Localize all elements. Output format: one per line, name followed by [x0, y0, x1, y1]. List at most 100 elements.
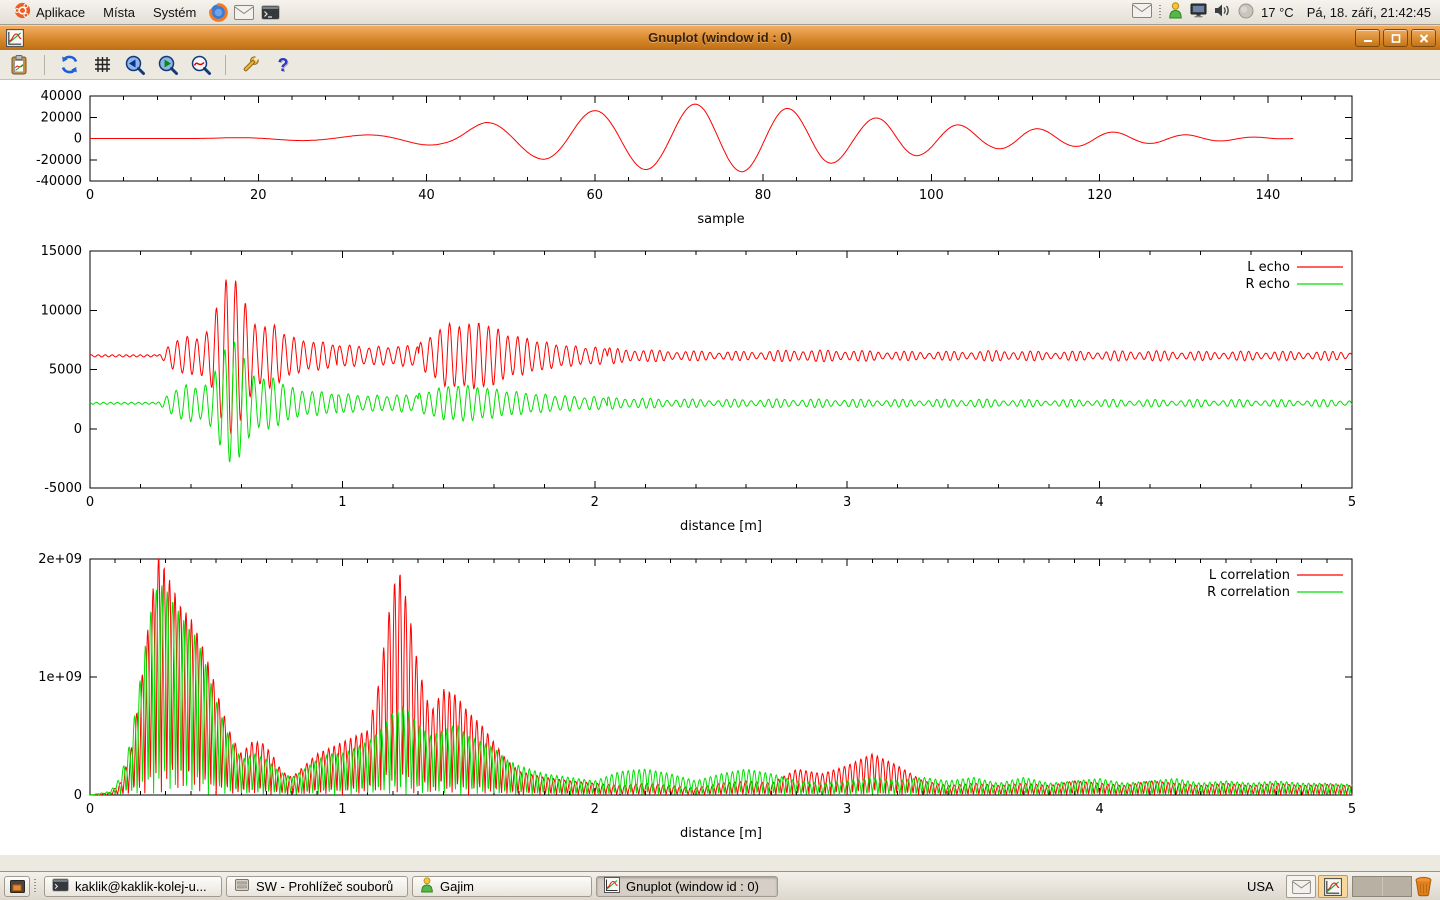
taskbar: kaklik@kaklik-kolej-u... SW - Prohlížeč …	[0, 871, 1440, 900]
toolbar-separator	[44, 55, 45, 75]
display-tray-icon[interactable]	[1190, 3, 1207, 21]
svg-text:0: 0	[74, 132, 82, 147]
gnuplot-notification-button[interactable]	[1318, 875, 1348, 898]
weather-tray-icon[interactable]	[1238, 3, 1254, 22]
svg-text:sample: sample	[697, 212, 744, 227]
workspace-1[interactable]	[1353, 877, 1382, 896]
top-panel: Aplikace Místa Systém	[0, 0, 1440, 25]
taskbar-drag-handle[interactable]	[34, 879, 36, 893]
svg-text:140: 140	[1255, 188, 1280, 203]
titlebar[interactable]: Gnuplot (window id : 0)	[0, 25, 1440, 50]
svg-text:1: 1	[338, 802, 346, 817]
svg-text:distance [m]: distance [m]	[680, 826, 762, 841]
task-gnuplot[interactable]: Gnuplot (window id : 0)	[596, 876, 778, 897]
settings-wrench-icon[interactable]	[237, 52, 263, 78]
window-bottom-strip	[0, 855, 1440, 871]
task-gajim[interactable]: Gajim	[412, 876, 592, 897]
svg-text:-40000: -40000	[36, 174, 82, 189]
task-label: SW - Prohlížeč souborů	[256, 879, 400, 894]
svg-text:R echo: R echo	[1245, 277, 1290, 292]
trash-icon[interactable]	[1411, 875, 1435, 898]
svg-text:2e+09: 2e+09	[38, 552, 82, 567]
svg-text:distance [m]: distance [m]	[680, 519, 762, 534]
mail-launcher-icon[interactable]	[231, 0, 257, 24]
panel-tray: 17 °C Pá, 18. září, 21:42:45	[1132, 0, 1440, 24]
menu-applications[interactable]: Aplikace	[5, 0, 94, 24]
minimize-button[interactable]	[1355, 29, 1380, 47]
svg-text:3: 3	[843, 802, 851, 817]
zoom-previous-icon[interactable]	[122, 52, 148, 78]
svg-text:-20000: -20000	[36, 153, 82, 168]
ubuntu-logo-icon	[14, 2, 31, 22]
terminal-icon	[52, 878, 69, 895]
svg-text:80: 80	[755, 188, 772, 203]
tray-drag-handle[interactable]	[1159, 5, 1161, 19]
mail-tray-icon[interactable]	[1132, 3, 1152, 21]
window-controls	[1355, 29, 1436, 47]
svg-text:R correlation: R correlation	[1207, 585, 1290, 600]
svg-text:20000: 20000	[41, 110, 82, 125]
task-label: Gajim	[440, 879, 584, 894]
gajim-tray-icon[interactable]	[1168, 2, 1183, 22]
svg-text:5000: 5000	[49, 363, 82, 378]
workspace-2[interactable]	[1382, 877, 1412, 896]
svg-text:15000: 15000	[41, 244, 82, 259]
svg-text:10000: 10000	[41, 303, 82, 318]
svg-text:100: 100	[919, 188, 944, 203]
task-label: Gnuplot (window id : 0)	[626, 879, 770, 894]
svg-text:60: 60	[587, 188, 604, 203]
file-manager-icon	[234, 877, 250, 896]
svg-text:5: 5	[1348, 802, 1356, 817]
window-title: Gnuplot (window id : 0)	[0, 30, 1440, 45]
svg-text:1: 1	[338, 495, 346, 510]
svg-text:0: 0	[86, 802, 94, 817]
svg-text:-5000: -5000	[44, 481, 82, 496]
mail-notification-button[interactable]	[1286, 875, 1316, 898]
svg-text:4: 4	[1095, 802, 1103, 817]
unzoom-icon[interactable]	[188, 52, 214, 78]
menu-applications-label: Aplikace	[36, 5, 85, 20]
svg-text:20: 20	[250, 188, 267, 203]
gnuplot-plots: 020406080100120140-40000-200000200004000…	[0, 80, 1440, 855]
gajim-icon	[420, 877, 434, 896]
help-icon[interactable]: ?	[270, 52, 296, 78]
svg-text:0: 0	[74, 788, 82, 803]
gnuplot-toolbar: ?	[0, 50, 1440, 80]
svg-text:40: 40	[418, 188, 435, 203]
workspace-switcher[interactable]	[1352, 876, 1412, 897]
task-file-manager[interactable]: SW - Prohlížeč souborů	[226, 876, 408, 897]
task-terminal[interactable]: kaklik@kaklik-kolej-u...	[44, 876, 222, 897]
terminal-launcher-icon[interactable]	[257, 0, 283, 24]
maximize-button[interactable]	[1383, 29, 1408, 47]
gnuplot-icon	[604, 877, 620, 896]
refresh-icon[interactable]	[56, 52, 82, 78]
clock[interactable]: Pá, 18. září, 21:42:45	[1307, 5, 1431, 20]
svg-text:1e+09: 1e+09	[38, 670, 82, 685]
svg-text:L echo: L echo	[1247, 260, 1290, 275]
firefox-launcher-icon[interactable]	[205, 0, 231, 24]
svg-text:0: 0	[86, 188, 94, 203]
gnuplot-window: Gnuplot (window id : 0)	[0, 25, 1440, 871]
keyboard-layout-indicator[interactable]: USA	[1247, 879, 1274, 894]
svg-text:2: 2	[591, 495, 599, 510]
toolbar-separator	[225, 55, 226, 75]
volume-tray-icon[interactable]	[1214, 3, 1231, 21]
copy-plot-icon[interactable]	[7, 52, 33, 78]
svg-text:40000: 40000	[41, 89, 82, 104]
zoom-next-icon[interactable]	[155, 52, 181, 78]
menu-system[interactable]: Systém	[144, 0, 205, 24]
svg-text:5: 5	[1348, 495, 1356, 510]
show-desktop-button[interactable]	[4, 876, 30, 897]
close-button[interactable]	[1411, 29, 1436, 47]
desktop: { "colors":{"plot_red":"#ff0000","plot_g…	[0, 0, 1440, 900]
menu-system-label: Systém	[153, 5, 196, 20]
svg-text:0: 0	[86, 495, 94, 510]
svg-text:0: 0	[74, 422, 82, 437]
svg-text:4: 4	[1095, 495, 1103, 510]
svg-text:2: 2	[591, 802, 599, 817]
grid-icon[interactable]	[89, 52, 115, 78]
menu-places[interactable]: Místa	[94, 0, 144, 24]
svg-text:L correlation: L correlation	[1209, 568, 1290, 583]
plot-canvas: 020406080100120140-40000-200000200004000…	[0, 80, 1440, 855]
temperature-indicator[interactable]: 17 °C	[1261, 5, 1294, 20]
